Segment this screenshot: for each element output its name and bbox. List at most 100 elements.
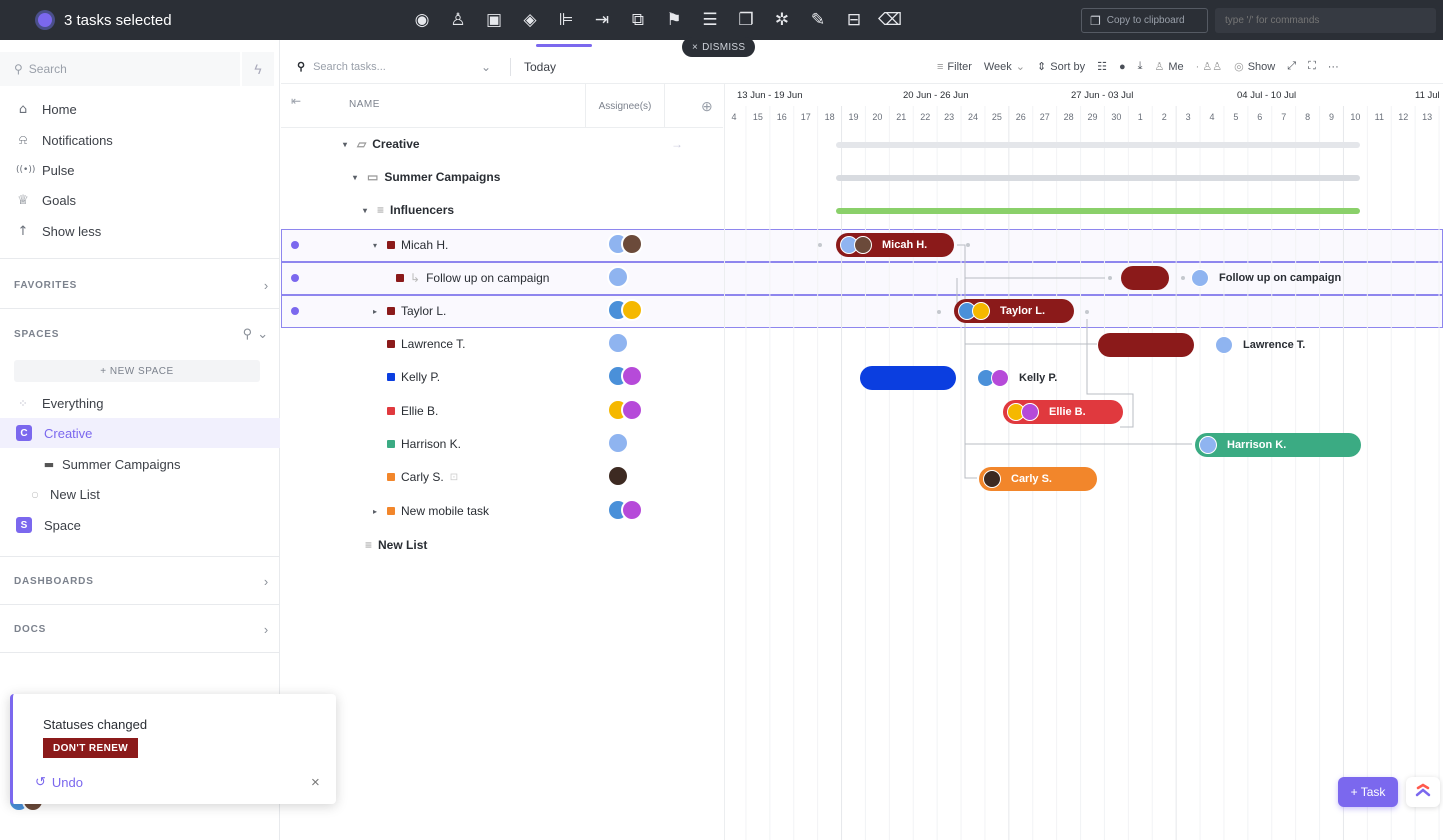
status-square-icon[interactable] xyxy=(387,407,395,415)
archive-icon[interactable]: ⊟ xyxy=(836,0,872,40)
group-icon[interactable]: ☷ xyxy=(1091,60,1113,73)
sidebar-item-summer-campaigns[interactable]: ▬ Summer Campaigns xyxy=(0,449,280,479)
dismiss-button[interactable]: × DISMISS xyxy=(682,37,756,57)
gantt-bar-harrison[interactable]: Harrison K. xyxy=(1195,433,1361,457)
add-assignee-icon[interactable]: ♙ xyxy=(440,0,476,40)
table-row[interactable]: ▸ Taylor L. xyxy=(281,295,723,328)
status-square-icon[interactable] xyxy=(387,340,395,348)
chevron-down-icon[interactable]: ⌄ xyxy=(481,60,491,74)
table-row[interactable]: ▾ ▱ Creative → xyxy=(281,128,723,161)
assignee-avatars[interactable] xyxy=(607,233,643,255)
new-task-button[interactable]: + Task xyxy=(1338,777,1398,807)
assignee-avatars[interactable] xyxy=(607,332,629,354)
duplicate-icon[interactable]: ⧉ xyxy=(620,0,656,40)
sidebar-item-pulse[interactable]: ((•)) Pulse xyxy=(0,155,280,185)
assignees-icon[interactable]: · ♙♙ xyxy=(1190,60,1228,73)
quick-actions-icon[interactable]: ϟ xyxy=(242,52,274,86)
sidebar-item-space[interactable]: S Space xyxy=(0,510,280,540)
assignee-avatars[interactable] xyxy=(607,299,643,321)
caret-down-icon[interactable]: ▾ xyxy=(343,140,351,149)
search-chevron-icons[interactable]: ⚲ ⌄ xyxy=(243,326,269,342)
add-column-icon[interactable]: ⊕ xyxy=(701,98,713,115)
undo-button[interactable]: ↺ Undo xyxy=(35,774,83,790)
table-row[interactable]: ▾ ▭ Summer Campaigns xyxy=(281,161,723,194)
trash-icon[interactable]: ⌫ xyxy=(872,0,908,40)
drag-handle-dot[interactable] xyxy=(818,243,822,247)
gantt-bar-kelly[interactable] xyxy=(860,366,956,390)
table-row[interactable]: ▾ Micah H. xyxy=(281,229,723,262)
table-row[interactable]: ▸ New mobile task xyxy=(281,495,723,528)
show-button[interactable]: ◎ Show xyxy=(1228,60,1281,74)
sort-icon[interactable]: ☰ xyxy=(692,0,728,40)
more-icon[interactable]: ··· xyxy=(1322,61,1345,73)
sidebar-item-new-list[interactable]: ○ New List xyxy=(0,479,280,509)
status-square-icon[interactable] xyxy=(387,473,395,481)
sidebar-item-home[interactable]: ⌂ Home xyxy=(0,94,280,124)
status-icon[interactable]: ◈ xyxy=(512,0,548,40)
move-icon[interactable]: ⇥ xyxy=(584,0,620,40)
column-name[interactable]: NAME xyxy=(349,99,380,110)
table-row[interactable]: Ellie B. xyxy=(281,395,723,428)
copy-icon[interactable]: ❐ xyxy=(728,0,764,40)
caret-down-icon[interactable]: ▾ xyxy=(373,241,381,250)
sidebar-item-everything[interactable]: ⁘ Everything xyxy=(0,388,280,418)
caret-down-icon[interactable]: ▾ xyxy=(353,173,361,182)
sort-button[interactable]: ⇕ Sort by xyxy=(1031,60,1091,74)
drag-handle-dot[interactable] xyxy=(937,310,941,314)
command-input[interactable] xyxy=(1215,8,1436,33)
column-assignee[interactable]: Assignee(s) xyxy=(585,84,665,128)
table-row[interactable]: ≡ New List xyxy=(281,529,723,562)
table-row[interactable]: Kelly P. xyxy=(281,361,723,394)
table-row[interactable]: Harrison K. xyxy=(281,428,723,461)
filter-button[interactable]: ≡ Filter xyxy=(931,61,978,73)
table-row[interactable]: ▾ ≡ Influencers xyxy=(281,194,723,227)
task-search-input[interactable]: ⚲ Search tasks... xyxy=(297,60,386,74)
close-icon[interactable]: × xyxy=(311,774,320,791)
favorites-section[interactable]: FAVORITES › xyxy=(14,278,269,293)
tag-icon[interactable]: ▣ xyxy=(476,0,512,40)
subtask-icon[interactable]: ⊫ xyxy=(536,0,592,47)
sidebar-item-goals[interactable]: ♕ Goals xyxy=(0,185,280,215)
assignee-avatars[interactable] xyxy=(607,266,629,288)
export-icon[interactable]: ⤓ xyxy=(1132,60,1149,73)
assignee-avatars[interactable] xyxy=(607,499,643,521)
gantt-bar-taylor[interactable]: Taylor L. xyxy=(954,299,1074,323)
color-icon[interactable]: ● xyxy=(1113,61,1132,73)
arrow-right-icon[interactable]: → xyxy=(671,137,683,151)
priority-flag-icon[interactable]: ⚑ xyxy=(656,0,692,40)
dashboards-section[interactable]: DASHBOARDS › xyxy=(14,574,269,589)
week-dropdown[interactable]: Week ⌄ xyxy=(978,60,1031,74)
clickup-logo-icon[interactable] xyxy=(1406,777,1440,807)
gantt-bar-lawrence[interactable] xyxy=(1098,333,1194,357)
dependency-icon[interactable]: ✲ xyxy=(764,0,800,40)
drag-handle-dot[interactable] xyxy=(966,243,970,247)
today-button[interactable]: Today xyxy=(524,60,556,74)
caret-down-icon[interactable]: ▾ xyxy=(363,206,371,215)
copy-to-clipboard-button[interactable]: ❐ Copy to clipboard xyxy=(1081,8,1208,33)
status-square-icon[interactable] xyxy=(387,307,395,315)
drag-handle-dot[interactable] xyxy=(1181,276,1185,280)
status-square-icon[interactable] xyxy=(387,241,395,249)
new-space-button[interactable]: + NEW SPACE xyxy=(14,360,260,382)
assignee-avatars[interactable] xyxy=(607,399,643,421)
expand-icon[interactable]: ⤢ xyxy=(1281,60,1302,73)
drag-handle-dot[interactable] xyxy=(1085,310,1089,314)
table-row[interactable]: ↳ Follow up on campaign xyxy=(281,262,723,295)
table-row[interactable]: Lawrence T. xyxy=(281,328,723,361)
sidebar-search[interactable]: ⚲ Search xyxy=(0,52,240,86)
sidebar-item-notifications[interactable]: ⍾ Notifications xyxy=(0,125,280,155)
assignee-avatars[interactable] xyxy=(607,432,629,454)
sidebar-item-show-less[interactable]: ↑ Show less xyxy=(0,216,280,246)
me-filter[interactable]: ♙ Me xyxy=(1149,60,1190,74)
assignee-avatars[interactable] xyxy=(607,465,629,487)
sidebar-item-creative[interactable]: C Creative xyxy=(0,418,280,448)
status-square-icon[interactable] xyxy=(396,274,404,282)
gantt-bar-micah[interactable]: Micah H. xyxy=(836,233,954,257)
status-square-icon[interactable] xyxy=(387,440,395,448)
table-row[interactable]: Carly S. ⊡ xyxy=(281,461,723,494)
status-square-icon[interactable] xyxy=(387,373,395,381)
docs-section[interactable]: DOCS › xyxy=(14,622,269,637)
collapse-icon[interactable]: ⇤ xyxy=(291,94,301,108)
gantt-bar-follow-up[interactable] xyxy=(1121,266,1169,290)
caret-right-icon[interactable]: ▸ xyxy=(373,507,381,516)
